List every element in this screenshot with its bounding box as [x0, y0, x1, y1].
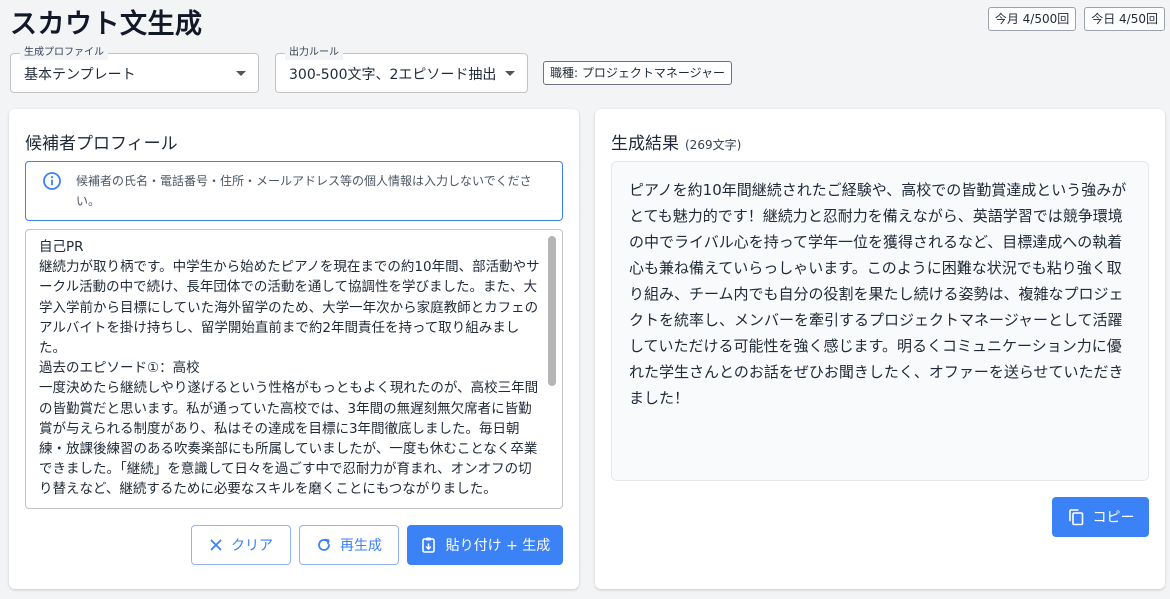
result-text-content: ピアノを約10年間継続されたご経験や、高校での皆勤賞達成という強みがとても魅力的… — [629, 181, 1127, 407]
usage-counters: 今月 4/500回 今日 4/50回 — [987, 7, 1165, 31]
privacy-alert-text: 候補者の氏名・電話番号・住所・メールアドレス等の個人情報は入力しないでください。 — [76, 174, 532, 208]
profile-select[interactable]: 生成プロファイル 基本テンプレート — [10, 46, 259, 93]
clipboard-paste-icon — [420, 536, 438, 554]
privacy-alert: 候補者の氏名・電話番号・住所・メールアドレス等の個人情報は入力しないでください。 — [25, 161, 563, 221]
usage-month-badge: 今月 4/500回 — [987, 7, 1077, 31]
output-rule-select[interactable]: 出力ルール 300-500文字、2エピソード抽出 — [275, 46, 528, 93]
result-card: 生成結果 (269文字) ピアノを約10年間継続されたご経験や、高校での皆勤賞達成… — [595, 109, 1165, 589]
regenerate-button[interactable]: 再生成 — [299, 525, 399, 565]
paste-generate-button[interactable]: 貼り付け + 生成 — [407, 525, 563, 565]
clear-button-label: クリア — [231, 538, 273, 554]
close-icon — [209, 538, 223, 552]
profile-scrollbar[interactable] — [548, 236, 556, 386]
regenerate-button-label: 再生成 — [340, 538, 382, 554]
profile-text-content: 自己PR 継続力が取り柄です。中学生から始めたピアノを現在までの約10年間、部活… — [39, 239, 540, 498]
output-rule-select-legend: 出力ルール — [285, 46, 343, 60]
output-rule-select-value: 300-500文字、2エピソード抽出 — [289, 67, 497, 83]
profile-select-value: 基本テンプレート — [24, 67, 136, 83]
info-icon — [42, 171, 62, 191]
clear-button[interactable]: クリア — [191, 525, 291, 565]
copy-button-label: コピー — [1092, 510, 1135, 526]
result-title-text: 生成結果 — [611, 134, 679, 154]
usage-today-badge: 今日 4/50回 — [1084, 7, 1165, 31]
chevron-down-icon — [505, 71, 515, 76]
refresh-icon — [316, 537, 332, 553]
candidate-profile-card: 候補者プロフィール 候補者の氏名・電話番号・住所・メールアドレス等の個人情報は入… — [9, 109, 579, 589]
copy-button[interactable]: コピー — [1052, 497, 1149, 537]
result-textbox[interactable]: ピアノを約10年間継続されたご経験や、高校での皆勤賞達成という強みがとても魅力的… — [611, 161, 1149, 481]
page-title: スカウト文生成 — [10, 9, 203, 40]
result-title: 生成結果 (269文字) — [611, 129, 741, 154]
profile-textarea[interactable]: 自己PR 継続力が取り柄です。中学生から始めたピアノを現在までの約10年間、部活… — [25, 229, 563, 509]
chevron-down-icon — [236, 71, 246, 76]
profile-select-legend: 生成プロファイル — [20, 46, 108, 60]
candidate-profile-title: 候補者プロフィール — [25, 134, 178, 154]
copy-icon — [1067, 508, 1085, 526]
paste-generate-button-label: 貼り付け + 生成 — [445, 538, 551, 554]
result-char-count: (269文字) — [685, 138, 742, 152]
job-role-badge: 職種: プロジェクトマネージャー — [543, 61, 733, 85]
